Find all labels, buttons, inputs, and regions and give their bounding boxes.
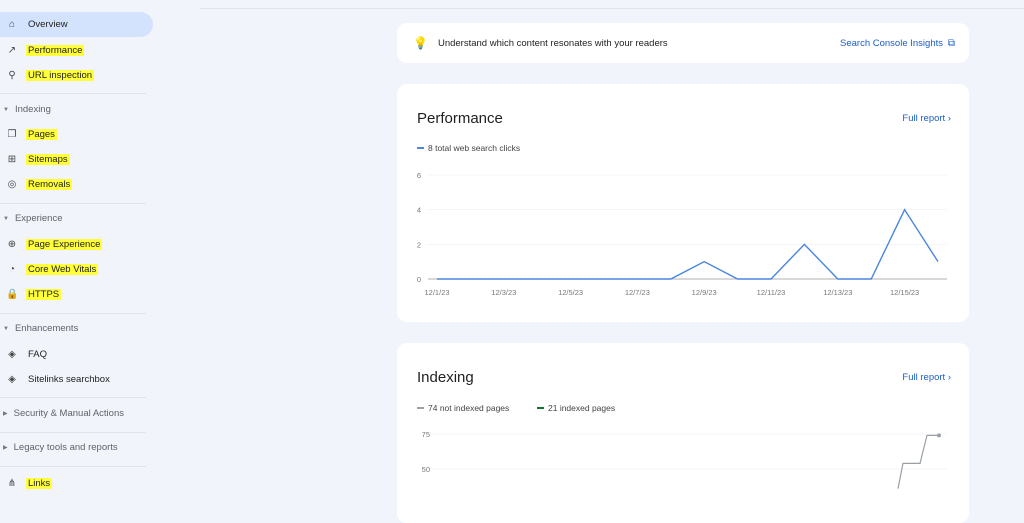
sidebar-item-core-web-vitals[interactable]: ◔ Core Web Vitals — [0, 257, 153, 282]
x-tick-label: 12/9/23 — [692, 288, 717, 297]
insight-text: Understand which content resonates with … — [438, 38, 668, 49]
section-title: Indexing — [15, 104, 51, 115]
y-tick-label: 75 — [422, 430, 430, 439]
sidebar-item-label: Links — [26, 478, 52, 489]
section-title: Legacy tools and reports — [14, 442, 118, 453]
sidebar-item-label: Performance — [26, 45, 84, 56]
sidebar-item-label: Pages — [26, 129, 57, 140]
section-title: Security & Manual Actions — [14, 408, 124, 419]
caret-icon: ▶ — [3, 444, 8, 451]
y-tick-label: 4 — [417, 206, 421, 215]
divider — [0, 313, 146, 314]
sidebar-item-label: Page Experience — [26, 239, 102, 250]
lightbulb-icon: 💡 — [413, 36, 428, 50]
external-link-icon[interactable]: ⧉ — [948, 38, 955, 49]
divider — [0, 466, 146, 467]
sidebar-item-sitelinks-searchbox[interactable]: ◈ Sitelinks searchbox — [0, 367, 153, 392]
gauge-icon: ◔ — [6, 264, 18, 275]
x-tick-label: 12/11/23 — [757, 288, 786, 297]
x-tick-label: 12/3/23 — [491, 288, 516, 297]
sitemap-icon: ⊞ — [6, 154, 18, 165]
sidebar-item-removals[interactable]: ◎ Removals — [0, 172, 153, 197]
sidebar-item-sitemaps[interactable]: ⊞ Sitemaps — [0, 147, 153, 172]
sidebar-item-https[interactable]: 🔒 HTTPS — [0, 282, 153, 307]
x-tick-label: 12/13/23 — [823, 288, 852, 297]
section-title: Enhancements — [15, 323, 78, 334]
performance-card: Performance Full report › 8 total web se… — [397, 84, 969, 322]
eye-off-icon: ◎ — [6, 179, 18, 190]
caret-icon: ▶ — [3, 410, 8, 417]
sidebar-item-label: HTTPS — [26, 289, 61, 300]
section-enhancements[interactable]: ▼ Enhancements — [0, 323, 78, 334]
section-security-manual-actions[interactable]: ▶ Security & Manual Actions — [0, 408, 124, 419]
trending-up-icon: ↗ — [6, 45, 18, 56]
not-indexed-line — [898, 435, 939, 488]
x-tick-label: 12/15/23 — [890, 288, 919, 297]
y-tick-label: 2 — [417, 240, 421, 249]
lock-icon: 🔒 — [6, 289, 18, 300]
sidebar-item-overview[interactable]: ⌂ Overview — [0, 12, 153, 37]
divider — [0, 432, 146, 433]
sidebar-item-links[interactable]: ⋔ Links — [0, 471, 153, 496]
search-console-insights-link[interactable]: Search Console Insights — [840, 38, 943, 49]
divider — [0, 203, 146, 204]
layers-icon: ◈ — [6, 374, 18, 385]
caret-icon: ▼ — [3, 326, 9, 332]
sidebar-item-faq[interactable]: ◈ FAQ — [0, 342, 153, 367]
sidebar-item-url-inspection[interactable]: ⚲ URL inspection — [0, 63, 153, 88]
sidebar: ⌂ Overview ↗ Performance ⚲ URL inspection ▼ Ind… — [0, 0, 150, 502]
sidebar-item-label: FAQ — [28, 349, 47, 360]
links-icon: ⋔ — [6, 478, 18, 489]
header-divider — [200, 8, 1024, 9]
sidebar-item-label: Overview — [28, 19, 68, 30]
sidebar-item-label: Core Web Vitals — [26, 264, 98, 275]
caret-icon: ▼ — [3, 107, 9, 113]
y-tick-label: 50 — [422, 465, 430, 474]
section-indexing[interactable]: ▼ Indexing — [0, 104, 51, 115]
layers-icon: ◈ — [6, 349, 18, 360]
divider — [0, 93, 146, 94]
y-tick-label: 6 — [417, 171, 421, 180]
sidebar-item-label: URL inspection — [26, 70, 94, 81]
pages-icon: ❐ — [6, 129, 18, 140]
caret-icon: ▼ — [3, 216, 9, 222]
x-tick-label: 12/1/23 — [424, 288, 449, 297]
sidebar-item-performance[interactable]: ↗ Performance — [0, 38, 153, 63]
indexing-chart: 50 75 — [397, 343, 969, 523]
insights-card: 💡 Understand which content resonates wit… — [397, 23, 969, 63]
section-title: Experience — [15, 213, 63, 224]
sidebar-item-label: Sitelinks searchbox — [28, 374, 110, 385]
sidebar-item-label: Removals — [26, 179, 72, 190]
section-legacy-tools-and-reports[interactable]: ▶ Legacy tools and reports — [0, 442, 118, 453]
divider — [0, 397, 146, 398]
sidebar-item-label: Sitemaps — [26, 154, 70, 165]
search-icon: ⚲ — [6, 70, 18, 81]
plus-circle-icon: ⊕ — [6, 239, 18, 250]
indexing-card: Indexing Full report › 74 not indexed pa… — [397, 343, 969, 523]
sidebar-item-pages[interactable]: ❐ Pages — [0, 122, 153, 147]
section-experience[interactable]: ▼ Experience — [0, 213, 62, 224]
x-tick-label: 12/7/23 — [625, 288, 650, 297]
performance-chart: 0 2 4 6 12/1/23 12/3/23 12/5/23 12/7/23 12/9/23 1… — [397, 84, 969, 322]
sidebar-item-page-experience[interactable]: ⊕ Page Experience — [0, 232, 153, 257]
home-icon: ⌂ — [6, 19, 18, 30]
data-point — [937, 433, 941, 437]
y-tick-label: 0 — [417, 275, 421, 284]
x-tick-label: 12/5/23 — [558, 288, 583, 297]
